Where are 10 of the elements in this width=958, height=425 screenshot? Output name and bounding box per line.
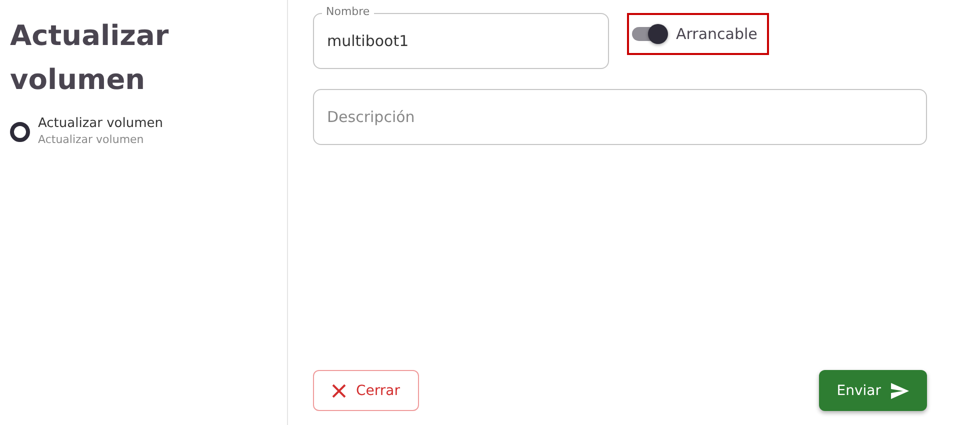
bootable-switch[interactable]: Arrancable xyxy=(627,13,770,55)
send-icon xyxy=(891,382,909,398)
page-title: Actualizar volumen xyxy=(10,18,170,98)
submit-button[interactable]: Enviar xyxy=(818,370,927,411)
step-label: Actualizar volumen xyxy=(38,116,164,131)
step-caption: Actualizar volumen xyxy=(38,133,145,146)
close-button[interactable]: Cerrar xyxy=(313,370,419,411)
field-label: Nombre xyxy=(322,5,374,18)
description-field[interactable]: Descripción xyxy=(313,89,927,145)
close-icon xyxy=(332,384,346,398)
